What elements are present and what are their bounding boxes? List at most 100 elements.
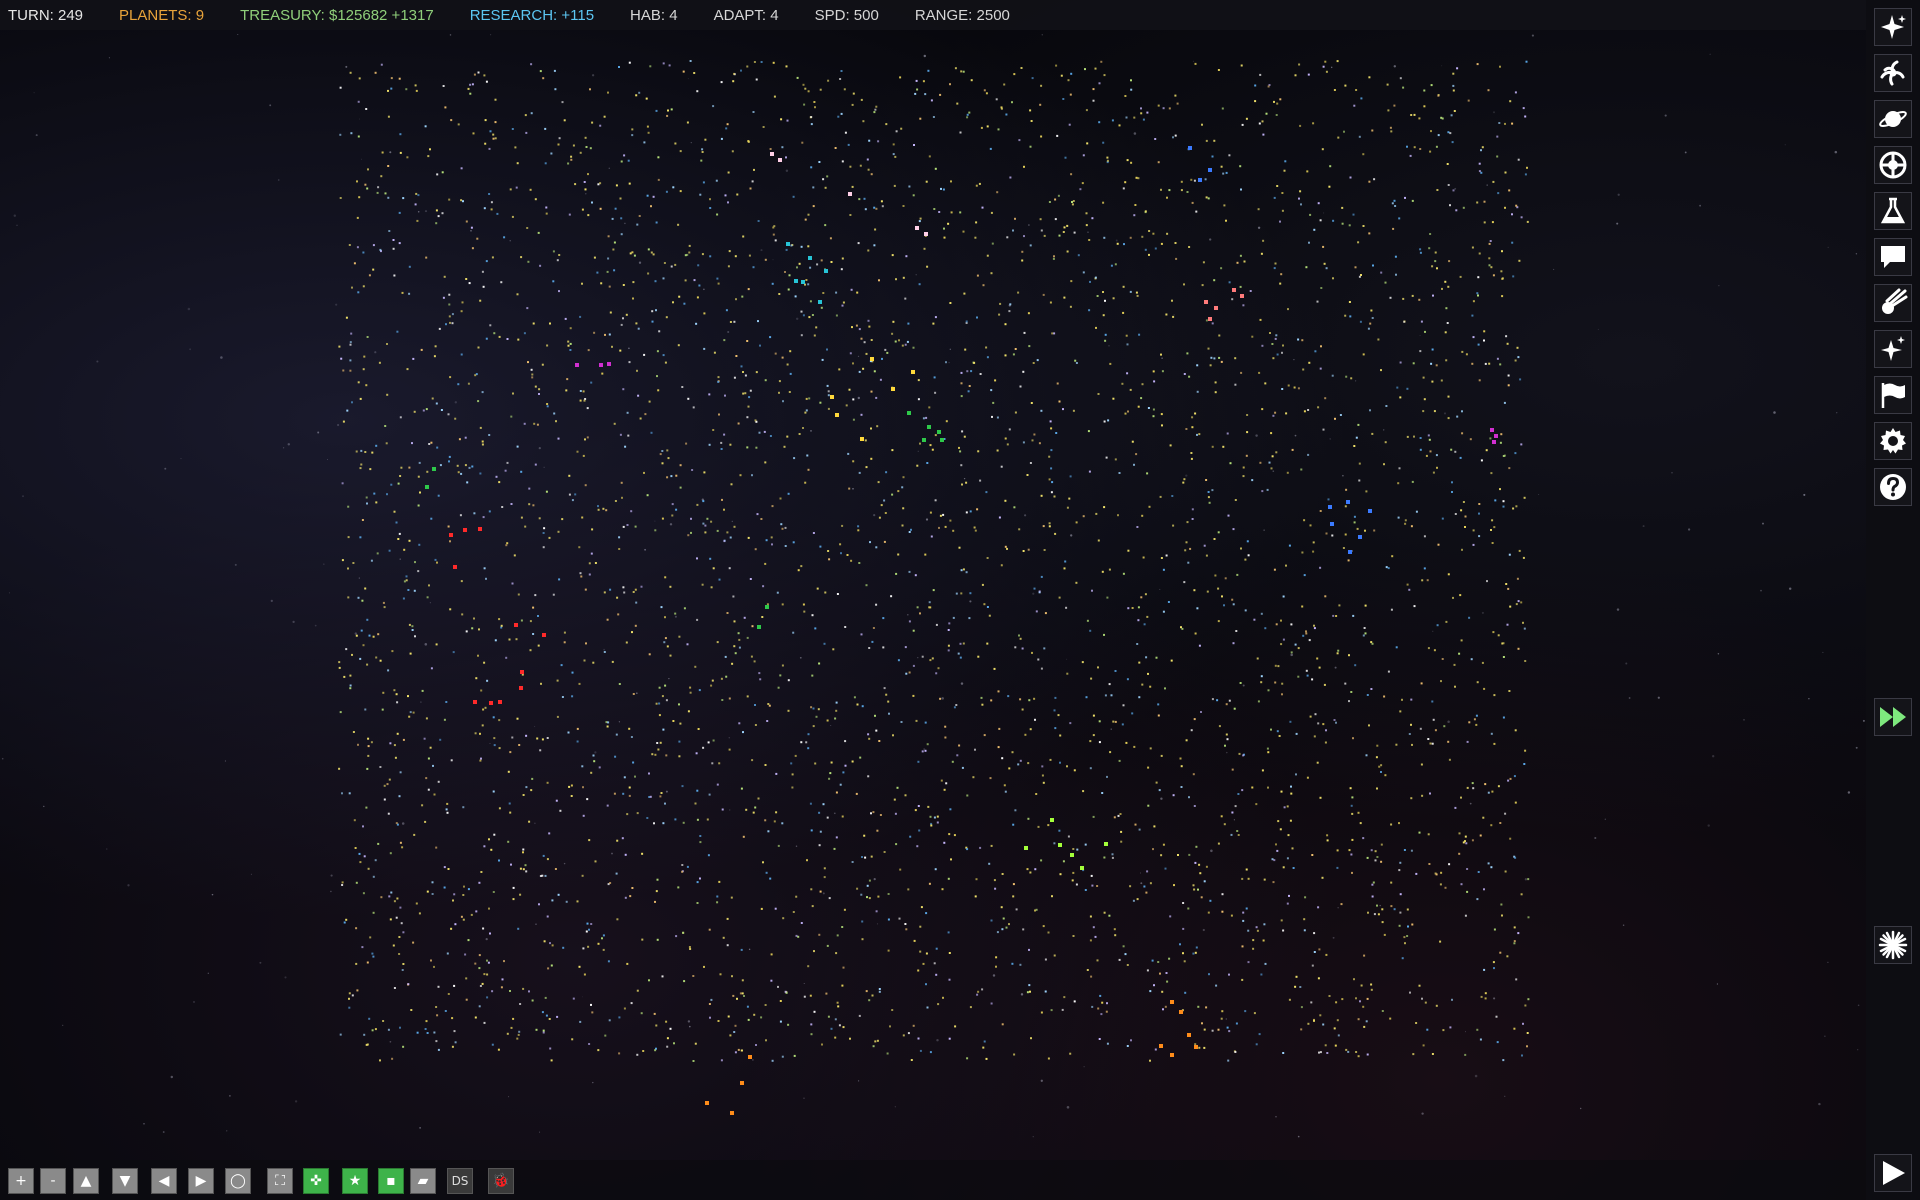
star-system[interactable]: [1488, 362, 1491, 365]
star-system[interactable]: [1370, 983, 1373, 986]
star-system[interactable]: [884, 512, 887, 514]
star-system[interactable]: [951, 760, 954, 763]
star-system[interactable]: [807, 283, 810, 286]
star-system[interactable]: [407, 983, 410, 986]
star-system[interactable]: [1260, 252, 1263, 255]
star-system[interactable]: [1524, 749, 1527, 752]
star-system[interactable]: [642, 1050, 645, 1052]
star-system[interactable]: [823, 642, 826, 645]
star-system[interactable]: [1297, 647, 1300, 650]
star-system[interactable]: [1017, 763, 1020, 766]
star-system[interactable]: [1425, 454, 1428, 457]
star-system[interactable]: [696, 902, 699, 904]
star-system[interactable]: [628, 794, 631, 797]
star-system[interactable]: [958, 446, 960, 449]
star-system[interactable]: [366, 663, 369, 666]
star-system[interactable]: [1501, 642, 1504, 645]
fullscreen-button[interactable]: ⛶: [267, 1168, 293, 1194]
star-system[interactable]: [387, 115, 390, 118]
star-system[interactable]: [962, 230, 965, 233]
star-system[interactable]: [374, 1028, 377, 1031]
star-system[interactable]: [1451, 491, 1453, 493]
star-system[interactable]: [1068, 123, 1071, 126]
star-system[interactable]: [892, 143, 895, 146]
star-system[interactable]: [1043, 647, 1046, 650]
star-system[interactable]: [818, 811, 821, 814]
star-system[interactable]: [861, 856, 863, 858]
star-system[interactable]: [1355, 997, 1357, 1000]
star-system[interactable]: [1194, 62, 1197, 65]
star-system[interactable]: [367, 867, 370, 870]
empire-system[interactable]: [924, 232, 928, 236]
star-system[interactable]: [1305, 266, 1308, 269]
star-system[interactable]: [1380, 764, 1383, 767]
star-system[interactable]: [904, 923, 907, 925]
star-system[interactable]: [1464, 1053, 1467, 1056]
star-system[interactable]: [525, 786, 528, 789]
star-system[interactable]: [800, 245, 803, 248]
star-system[interactable]: [764, 379, 767, 382]
star-system[interactable]: [1064, 156, 1067, 159]
star-system[interactable]: [1133, 745, 1136, 748]
star-system[interactable]: [1484, 997, 1487, 1000]
star-system[interactable]: [1140, 107, 1142, 110]
star-system[interactable]: [600, 282, 603, 285]
star-system[interactable]: [747, 405, 750, 408]
bug-button[interactable]: 🐞: [488, 1168, 514, 1194]
star-system[interactable]: [1074, 359, 1077, 362]
empire-system[interactable]: [824, 269, 828, 273]
star-system[interactable]: [1437, 543, 1440, 546]
empire-system[interactable]: [1170, 1000, 1174, 1004]
star-system[interactable]: [537, 615, 539, 617]
star-system[interactable]: [1511, 213, 1513, 216]
star-system[interactable]: [858, 562, 861, 564]
star-system[interactable]: [733, 645, 736, 648]
star-system[interactable]: [928, 406, 931, 409]
star-system[interactable]: [1040, 1011, 1043, 1014]
star-system[interactable]: [1262, 239, 1265, 242]
star-system[interactable]: [1464, 840, 1466, 843]
star-system[interactable]: [1211, 698, 1214, 701]
star-system[interactable]: [1266, 747, 1269, 750]
star-system[interactable]: [747, 140, 750, 143]
star-system[interactable]: [1430, 84, 1433, 87]
star-system[interactable]: [771, 543, 773, 546]
star-system[interactable]: [1282, 866, 1285, 869]
star-system[interactable]: [1191, 426, 1194, 429]
star-system[interactable]: [1089, 939, 1092, 942]
star-system[interactable]: [375, 501, 378, 504]
star-system[interactable]: [581, 282, 583, 285]
star-system[interactable]: [1227, 1059, 1230, 1062]
star-system[interactable]: [1454, 450, 1457, 453]
star-system[interactable]: [1011, 962, 1014, 965]
star-system[interactable]: [1233, 707, 1236, 710]
star-system[interactable]: [633, 254, 636, 257]
star-system[interactable]: [635, 601, 638, 604]
star-system[interactable]: [1419, 727, 1422, 730]
star-system[interactable]: [1201, 123, 1203, 126]
star-system[interactable]: [1479, 834, 1482, 837]
star-system[interactable]: [1244, 609, 1247, 612]
star-system[interactable]: [696, 503, 699, 506]
star-system[interactable]: [712, 105, 715, 108]
star-system[interactable]: [1247, 929, 1250, 932]
star-system[interactable]: [696, 881, 699, 884]
star-system[interactable]: [457, 471, 460, 474]
star-system[interactable]: [567, 731, 570, 734]
star-system[interactable]: [1224, 744, 1226, 747]
star-system[interactable]: [996, 191, 999, 194]
star-system[interactable]: [479, 472, 482, 475]
star-system[interactable]: [956, 102, 959, 105]
star-system[interactable]: [1398, 869, 1401, 872]
star-system[interactable]: [942, 513, 945, 516]
star-system[interactable]: [492, 133, 495, 136]
star-system[interactable]: [1437, 134, 1440, 137]
star-system[interactable]: [1303, 410, 1306, 413]
star-system[interactable]: [479, 985, 482, 987]
star-system[interactable]: [763, 430, 766, 433]
star-system[interactable]: [1459, 594, 1462, 597]
star-system[interactable]: [836, 1001, 839, 1004]
star-system[interactable]: [1137, 619, 1140, 622]
star-system[interactable]: [692, 406, 695, 409]
star-system[interactable]: [710, 998, 713, 1001]
